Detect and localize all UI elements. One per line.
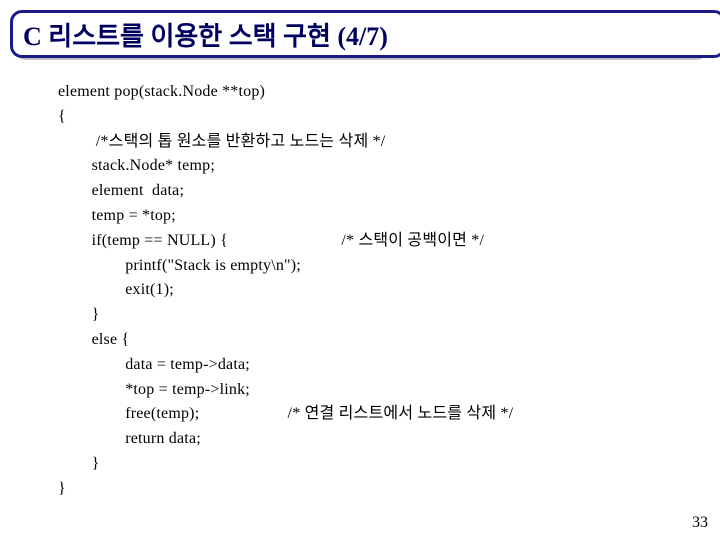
code-line: *top = temp->link; (58, 381, 250, 398)
title-box: C 리스트를 이용한 스택 구현 (4/7) (10, 10, 720, 58)
code-line: stack.Node* temp; (58, 157, 215, 174)
code-line: { (58, 108, 66, 125)
code-line: printf("Stack is empty\n"); (58, 257, 301, 274)
code-line: exit(1); (58, 281, 174, 298)
page-number: 33 (692, 514, 708, 532)
code-line: } (58, 480, 66, 497)
code-line: element data; (58, 182, 184, 199)
code-block: element pop(stack.Node **top) { /*스택의 톱 … (58, 80, 678, 502)
code-line: element pop(stack.Node **top) (58, 83, 265, 100)
slide-title: C 리스트를 이용한 스택 구현 (4/7) (23, 16, 388, 53)
code-line: return data; (58, 430, 201, 447)
code-line: /*스택의 톱 원소를 반환하고 노드는 삭제 */ (58, 133, 385, 150)
code-line: data = temp->data; (58, 356, 250, 373)
code-line: } (58, 455, 99, 472)
code-line: else { (58, 331, 129, 348)
code-line: free(temp); /* 연결 리스트에서 노드를 삭제 */ (58, 405, 513, 422)
code-line: if(temp == NULL) { /* 스택이 공백이면 */ (58, 232, 484, 249)
code-line: } (58, 306, 99, 323)
code-line: temp = *top; (58, 207, 176, 224)
